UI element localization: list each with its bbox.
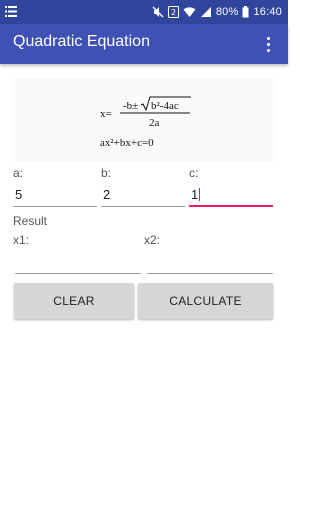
battery-percent: 80% — [215, 6, 239, 18]
label-b: b: — [101, 166, 112, 180]
signal-icon — [200, 7, 211, 17]
result-x2-field — [147, 273, 273, 274]
app-title: Quadratic Equation — [13, 33, 150, 50]
input-b[interactable]: 2 — [101, 187, 185, 207]
input-c-value: 1 — [191, 187, 199, 202]
text-cursor — [199, 188, 201, 201]
formula-radicand: b²-4ac — [151, 100, 179, 112]
svg-text:2: 2 — [171, 8, 176, 17]
formula-image: x= -b± b²-4ac 2a ax²+bx+c=0 — [12, 78, 276, 162]
label-x1: x1: — [13, 233, 30, 247]
label-c: c: — [189, 166, 199, 180]
result-x1-field — [15, 273, 141, 274]
formula-equation: ax²+bx+c=0 — [100, 137, 154, 149]
mute-icon — [152, 6, 164, 18]
clock: 16:40 — [253, 6, 282, 18]
input-c[interactable]: 1 — [189, 187, 273, 207]
more-vert-icon[interactable] — [256, 33, 280, 55]
input-a[interactable]: 5 — [13, 187, 97, 207]
input-a-value: 5 — [15, 187, 23, 202]
formula-denominator: 2a — [149, 117, 160, 129]
label-a: a: — [13, 166, 24, 180]
result-heading: Result — [13, 214, 48, 228]
wifi-icon — [183, 7, 196, 18]
battery-icon — [242, 6, 249, 18]
calculate-button[interactable]: CALCULATE — [138, 283, 273, 319]
formula-numerator-prefix: -b± — [123, 100, 138, 112]
app-bar: Quadratic Equation — [0, 24, 288, 64]
formula-lhs: x= — [100, 108, 112, 120]
status-bar: 2 80% 16:40 — [0, 0, 288, 24]
data-saver-icon: 2 — [167, 6, 179, 18]
notification-list-icon — [5, 6, 17, 17]
clear-button[interactable]: CLEAR — [14, 283, 134, 319]
input-b-value: 2 — [103, 187, 111, 202]
label-x2: x2: — [144, 233, 161, 247]
